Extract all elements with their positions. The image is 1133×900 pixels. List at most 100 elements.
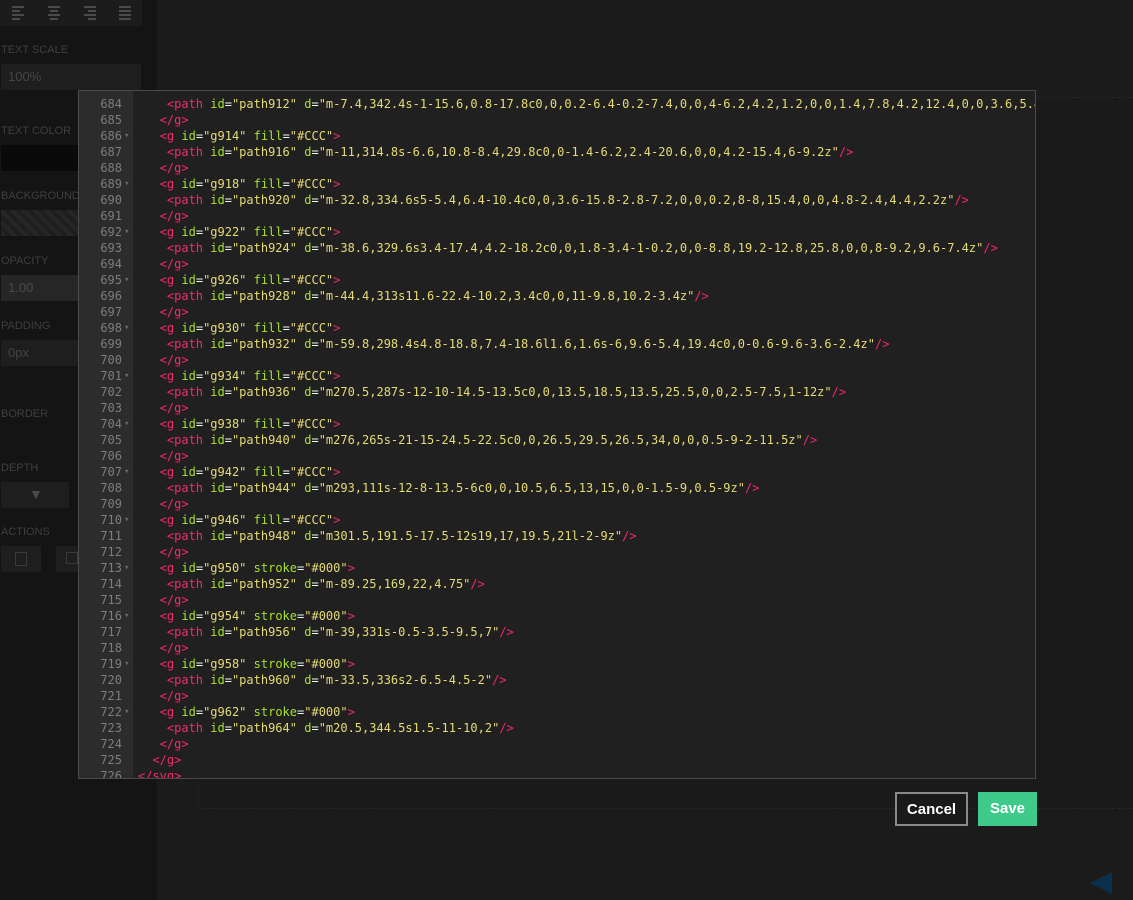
code-token: /> — [802, 433, 818, 447]
code-token: id — [181, 609, 196, 623]
align-center-icon[interactable] — [48, 6, 60, 20]
code-line[interactable]: 695 ▾ <g id="g926" fill="#CCC"> — [79, 272, 1035, 288]
code-line[interactable]: 689 ▾ <g id="g918" fill="#CCC"> — [79, 176, 1035, 192]
fold-toggle-icon[interactable]: ▾ — [124, 224, 129, 240]
fold-toggle-icon[interactable]: ▾ — [124, 656, 129, 672]
code-token: "#000" — [304, 705, 348, 719]
line-number: 708 — [100, 481, 122, 495]
code-line[interactable]: 716 ▾ <g id="g954" stroke="#000"> — [79, 608, 1035, 624]
svg-code-editor[interactable]: 684 <path id="path912" d="m-7.4,342.4s-1… — [78, 90, 1036, 779]
fold-toggle-icon[interactable]: ▾ — [124, 704, 129, 720]
fold-toggle-icon[interactable]: ▾ — [124, 464, 129, 480]
code-line[interactable]: 707 ▾ <g id="g942" fill="#CCC"> — [79, 464, 1035, 480]
fold-toggle-icon[interactable]: ▾ — [124, 320, 129, 336]
code-token: <path — [166, 433, 204, 447]
collapse-arrow-icon[interactable] — [1090, 872, 1112, 894]
code-line[interactable]: 699 <path id="path932" d="m-59.8,298.4s4… — [79, 336, 1035, 352]
line-number: 698 — [100, 321, 122, 335]
code-token: </g> — [159, 641, 189, 655]
code-line[interactable]: 715 </g> — [79, 592, 1035, 608]
code-line[interactable]: 710 ▾ <g id="g946" fill="#CCC"> — [79, 512, 1035, 528]
code-token: </g> — [159, 161, 189, 175]
code-line[interactable]: 691 </g> — [79, 208, 1035, 224]
code-token: <path — [166, 625, 204, 639]
code-line[interactable]: 686 ▾ <g id="g914" fill="#CCC"> — [79, 128, 1035, 144]
code-text: <g id="g938" fill="#CCC"> — [138, 416, 341, 432]
code-line[interactable]: 711 <path id="path948" d="m301.5,191.5-1… — [79, 528, 1035, 544]
fold-toggle-icon[interactable]: ▾ — [124, 128, 129, 144]
code-token: "g962" — [203, 705, 247, 719]
code-line[interactable]: 719 ▾ <g id="g958" stroke="#000"> — [79, 656, 1035, 672]
code-line[interactable]: 712 </g> — [79, 544, 1035, 560]
code-line[interactable]: 701 ▾ <g id="g934" fill="#CCC"> — [79, 368, 1035, 384]
code-line[interactable]: 702 <path id="path936" d="m270.5,287s-12… — [79, 384, 1035, 400]
code-token: = — [224, 721, 232, 735]
code-text: <g id="g918" fill="#CCC"> — [138, 176, 341, 192]
code-line[interactable]: 714 <path id="path952" d="m-89.25,169,22… — [79, 576, 1035, 592]
code-line[interactable]: 696 <path id="path928" d="m-44.4,313s11.… — [79, 288, 1035, 304]
code-line[interactable]: 693 <path id="path924" d="m-38.6,329.6s3… — [79, 240, 1035, 256]
code-lines[interactable]: 684 <path id="path912" d="m-7.4,342.4s-1… — [79, 96, 1035, 778]
align-right-icon[interactable] — [84, 6, 96, 20]
code-line[interactable]: 687 <path id="path916" d="m-11,314.8s-6.… — [79, 144, 1035, 160]
code-token: fill — [253, 273, 283, 287]
save-button[interactable]: Save — [978, 792, 1037, 826]
code-text: <path id="path940" d="m276,265s-21-15-24… — [138, 432, 817, 448]
code-token: /> — [499, 721, 514, 735]
code-line[interactable]: 718 </g> — [79, 640, 1035, 656]
fold-toggle-icon[interactable]: ▾ — [124, 560, 129, 576]
code-line[interactable]: 708 <path id="path944" d="m293,111s-12-8… — [79, 480, 1035, 496]
code-token: "#CCC" — [289, 513, 334, 527]
fold-toggle-icon[interactable]: ▾ — [124, 416, 129, 432]
fold-toggle-icon[interactable]: ▾ — [124, 608, 129, 624]
code-line[interactable]: 709 </g> — [79, 496, 1035, 512]
code-token: "g934" — [203, 369, 247, 383]
duplicate-action-button[interactable] — [1, 546, 41, 572]
code-line[interactable]: 705 <path id="path940" d="m276,265s-21-1… — [79, 432, 1035, 448]
code-token: > — [333, 177, 341, 191]
code-line[interactable]: 703 </g> — [79, 400, 1035, 416]
depth-down-button[interactable]: ▼ — [1, 482, 69, 508]
code-token: = — [224, 577, 232, 591]
code-line[interactable]: 722 ▾ <g id="g962" stroke="#000"> — [79, 704, 1035, 720]
code-line[interactable]: 706 </g> — [79, 448, 1035, 464]
code-line[interactable]: 690 <path id="path920" d="m-32.8,334.6s5… — [79, 192, 1035, 208]
code-line[interactable]: 685 </g> — [79, 112, 1035, 128]
code-token: </g> — [159, 257, 189, 271]
code-text: </g> — [138, 256, 189, 272]
code-token: "g942" — [203, 465, 247, 479]
fold-toggle-icon[interactable]: ▾ — [124, 176, 129, 192]
fold-toggle-icon[interactable]: ▾ — [124, 368, 129, 384]
code-line[interactable]: 697 </g> — [79, 304, 1035, 320]
code-line[interactable]: 717 <path id="path956" d="m-39,331s-0.5-… — [79, 624, 1035, 640]
code-token: /> — [492, 673, 507, 687]
code-line[interactable]: 688 </g> — [79, 160, 1035, 176]
code-line[interactable]: 704 ▾ <g id="g938" fill="#CCC"> — [79, 416, 1035, 432]
code-line[interactable]: 725 </g> — [79, 752, 1035, 768]
align-justify-icon[interactable] — [119, 6, 131, 20]
code-text: <g id="g962" stroke="#000"> — [138, 704, 355, 720]
code-line[interactable]: 721 </g> — [79, 688, 1035, 704]
code-line[interactable]: 713 ▾ <g id="g950" stroke="#000"> — [79, 560, 1035, 576]
cancel-button[interactable]: Cancel — [895, 792, 968, 826]
fold-toggle-icon[interactable]: ▾ — [124, 512, 129, 528]
align-left-icon[interactable] — [12, 6, 24, 20]
code-token: = — [195, 369, 204, 383]
code-line[interactable]: 726 </svg> — [79, 768, 1035, 778]
code-line[interactable]: 684 <path id="path912" d="m-7.4,342.4s-1… — [79, 96, 1035, 112]
code-line[interactable]: 700 </g> — [79, 352, 1035, 368]
code-line[interactable]: 720 <path id="path960" d="m-33.5,336s2-6… — [79, 672, 1035, 688]
code-line[interactable]: 692 ▾ <g id="g922" fill="#CCC"> — [79, 224, 1035, 240]
code-line[interactable]: 724 </g> — [79, 736, 1035, 752]
text-scale-input[interactable]: 100% — [1, 64, 141, 90]
code-line[interactable]: 723 <path id="path964" d="m20.5,344.5s1.… — [79, 720, 1035, 736]
code-line[interactable]: 694 </g> — [79, 256, 1035, 272]
line-number: 689 — [100, 177, 122, 191]
line-number: 699 — [100, 337, 122, 351]
code-token: = — [311, 673, 319, 687]
code-line[interactable]: 698 ▾ <g id="g930" fill="#CCC"> — [79, 320, 1035, 336]
fold-toggle-icon[interactable]: ▾ — [124, 272, 129, 288]
